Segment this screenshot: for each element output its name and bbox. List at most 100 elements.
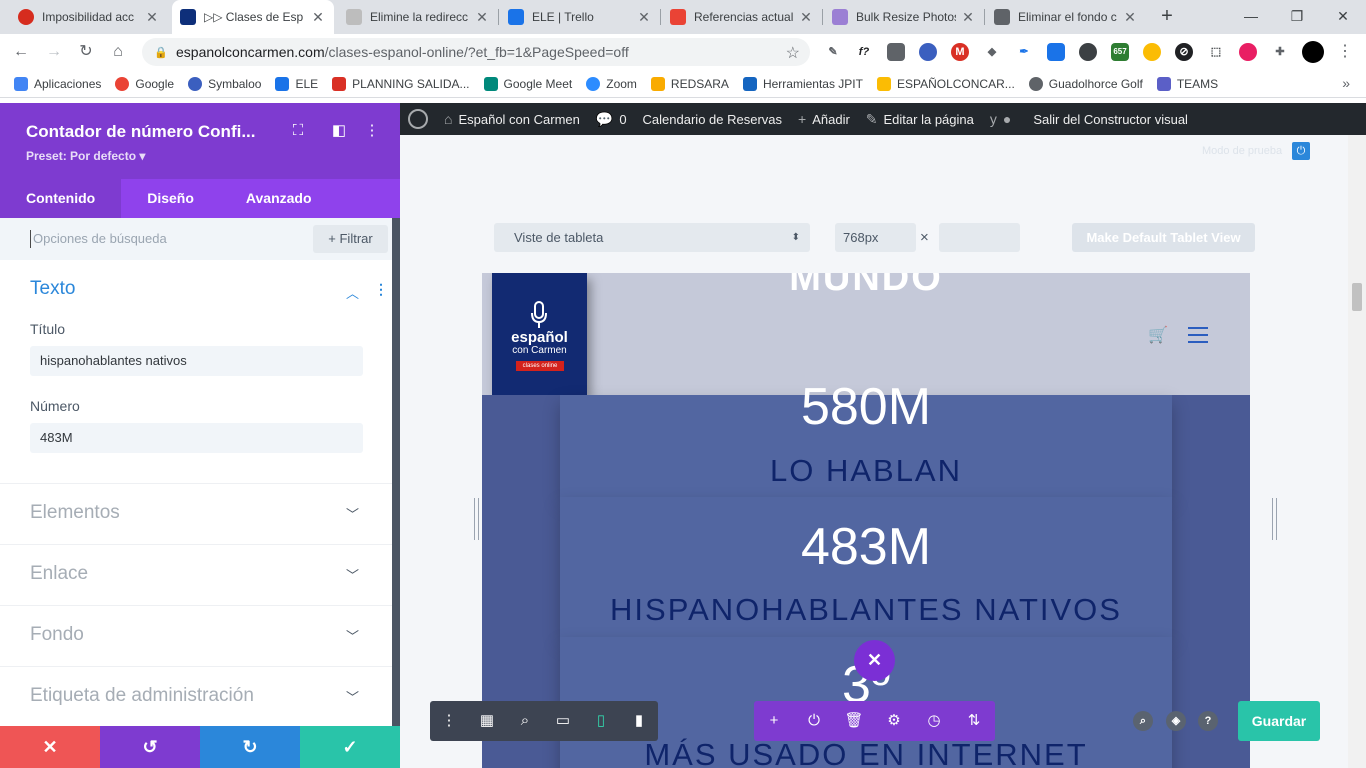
site-name-link[interactable]: ⌂ Español con Carmen — [444, 111, 580, 127]
circle-extension-icon[interactable] — [1079, 43, 1097, 61]
bookmark-redsara[interactable]: REDSARA — [650, 76, 729, 91]
bookmark-google[interactable]: Google — [115, 76, 174, 91]
tab-close-icon[interactable]: ✕ — [474, 9, 490, 26]
browser-tab-2[interactable]: ▷▷ Clases de Esp ✕ — [172, 0, 334, 34]
toolbar-menu-icon[interactable]: ⋮ — [430, 701, 468, 741]
page-scrollbar[interactable] — [1348, 135, 1366, 768]
tab-close-icon[interactable]: ✕ — [636, 9, 652, 26]
browser-tab-4[interactable]: ELE | Trello ✕ — [500, 0, 660, 34]
search-circle-icon[interactable]: ⌕ — [1133, 711, 1153, 731]
counter-module-2[interactable]: 483M HISPANOHABLANTES NATIVOS — [560, 497, 1172, 637]
expand-icon[interactable]: ⛶ — [289, 122, 307, 140]
titulo-input[interactable]: hispanohablantes nativos — [30, 346, 363, 376]
height-input[interactable] — [939, 223, 1020, 252]
wireframe-icon[interactable]: ▦ — [468, 701, 506, 741]
browser-tab-3[interactable]: Elimine la redirecc ✕ — [338, 0, 498, 34]
options-search-input[interactable]: Opciones de búsqueda — [30, 230, 167, 248]
bookmark-teams[interactable]: TEAMS — [1156, 76, 1218, 91]
bookmark-ele[interactable]: ELE — [275, 76, 318, 91]
bookmark-golf[interactable]: Guadolhorce Golf — [1028, 76, 1143, 91]
reload-icon[interactable]: ↻ — [75, 41, 97, 63]
bookmark-espanolconcarmen[interactable]: ESPAÑOLCONCAR... — [876, 76, 1015, 91]
formula-extension-icon[interactable]: f? — [855, 43, 873, 61]
numero-input[interactable]: 483M — [30, 423, 363, 453]
yoast-link[interactable]: y ● — [990, 111, 1017, 127]
browser-tab-7[interactable]: Eliminar el fondo c ✕ — [986, 0, 1146, 34]
filter-button[interactable]: + Filtrar — [313, 225, 388, 253]
tab-close-icon[interactable]: ✕ — [144, 9, 160, 26]
tab-diseno[interactable]: Diseño — [121, 179, 220, 218]
tab-contenido[interactable]: Contenido — [0, 179, 122, 218]
home-icon[interactable]: ⌂ — [107, 41, 129, 63]
width-input[interactable]: 768px — [835, 223, 916, 252]
bookmark-jpit[interactable]: Herramientas JPIT — [742, 76, 863, 91]
help-icon[interactable]: ? — [1198, 711, 1218, 731]
avatar-extension-icon[interactable] — [1143, 43, 1161, 61]
ruler-extension-icon[interactable] — [887, 43, 905, 61]
section-elementos[interactable]: Elementos ﹀ — [0, 483, 392, 544]
trello-extension-icon[interactable] — [1047, 43, 1065, 61]
tab-close-icon[interactable]: ✕ — [960, 9, 976, 26]
discard-button[interactable]: ✕ — [0, 726, 100, 768]
desktop-view-icon[interactable]: ▭ — [544, 701, 582, 741]
bookmark-star-icon[interactable]: ☆ — [786, 43, 800, 63]
bookmark-planning[interactable]: PLANNING SALIDA... — [332, 76, 470, 91]
feather-extension-icon[interactable]: ✒ — [1015, 43, 1033, 61]
tablet-view-icon[interactable]: ▯ — [582, 701, 620, 741]
new-tab-button[interactable]: + — [1155, 5, 1179, 29]
section-fondo[interactable]: Fondo ﹀ — [0, 605, 392, 666]
menu-kebab-icon[interactable]: ⋮ — [1334, 41, 1356, 63]
tab-avanzado[interactable]: Avanzado — [220, 179, 338, 218]
m-extension-icon[interactable]: M — [951, 43, 969, 61]
comments-link[interactable]: 💬 0 — [596, 111, 627, 128]
chevron-up-icon[interactable]: ︿ — [346, 283, 359, 302]
counter-extension-icon[interactable]: 657 — [1111, 43, 1129, 61]
history-icon[interactable]: ◷ — [914, 701, 954, 741]
forward-icon[interactable]: → — [43, 41, 65, 63]
globe-extension-icon[interactable] — [919, 43, 937, 61]
block-extension-icon[interactable]: ⊘ — [1175, 43, 1193, 61]
profile-avatar[interactable] — [1302, 41, 1324, 63]
save-button[interactable]: Guardar — [1238, 701, 1320, 741]
edit-page-link[interactable]: ✎ Editar la página — [866, 111, 974, 128]
color-extension-icon[interactable] — [1239, 43, 1257, 61]
section-enlace[interactable]: Enlace ﹀ — [0, 544, 392, 605]
view-mode-select[interactable]: Viste de tableta ⬍ — [494, 223, 810, 252]
close-window-icon[interactable]: ✕ — [1320, 0, 1366, 34]
resize-handle-right[interactable] — [1272, 498, 1277, 540]
make-default-view-button[interactable]: Make Default Tablet View — [1072, 223, 1255, 252]
portability-icon[interactable]: ⏻ — [794, 701, 834, 741]
sort-arrows-icon[interactable]: ⇅ — [954, 701, 994, 741]
power-icon[interactable]: ⏻ — [1292, 142, 1310, 160]
scrollbar-thumb[interactable] — [392, 218, 400, 748]
bookmark-apps[interactable]: Aplicaciones — [14, 76, 101, 91]
dropbox-extension-icon[interactable]: ◆ — [983, 43, 1001, 61]
calendar-link[interactable]: Calendario de Reservas — [643, 112, 782, 127]
zoom-icon[interactable]: ⌕ — [506, 701, 544, 741]
phone-view-icon[interactable]: ▮ — [620, 701, 658, 741]
capture-extension-icon[interactable]: ⬚ — [1207, 43, 1225, 61]
bookmark-symbaloo[interactable]: Symbaloo — [188, 76, 261, 91]
scrollbar-thumb[interactable] — [1352, 283, 1362, 311]
add-icon[interactable]: + — [754, 701, 794, 741]
tab-close-icon[interactable]: ✕ — [798, 9, 814, 26]
cart-icon[interactable]: 🛒 — [1148, 325, 1168, 345]
undo-button[interactable]: ↺ — [100, 726, 200, 768]
exit-builder-link[interactable]: Salir del Constructor visual — [1033, 112, 1188, 127]
section-texto-title[interactable]: Texto — [30, 278, 75, 300]
split-view-icon[interactable]: ◧ — [330, 122, 348, 140]
bookmarks-more-icon[interactable]: » — [1342, 75, 1350, 91]
panel-scrollbar[interactable] — [392, 218, 400, 748]
minimize-icon[interactable]: — — [1228, 0, 1274, 34]
browser-tab-5[interactable]: Referencias actual ✕ — [662, 0, 822, 34]
tab-close-icon[interactable]: ✕ — [1122, 9, 1138, 26]
wordpress-icon[interactable] — [408, 109, 428, 129]
resize-handle-left[interactable] — [474, 498, 479, 540]
add-new-link[interactable]: + Añadir — [798, 111, 850, 127]
save-changes-button[interactable]: ✓ — [300, 726, 400, 768]
redo-button[interactable]: ↻ — [200, 726, 300, 768]
back-icon[interactable]: ← — [10, 41, 32, 63]
settings-gear-icon[interactable]: ⚙ — [874, 701, 914, 741]
hamburger-menu-icon[interactable] — [1188, 327, 1208, 343]
url-bar[interactable]: 🔒 espanolconcarmen.com /clases-espanol-o… — [142, 38, 810, 66]
